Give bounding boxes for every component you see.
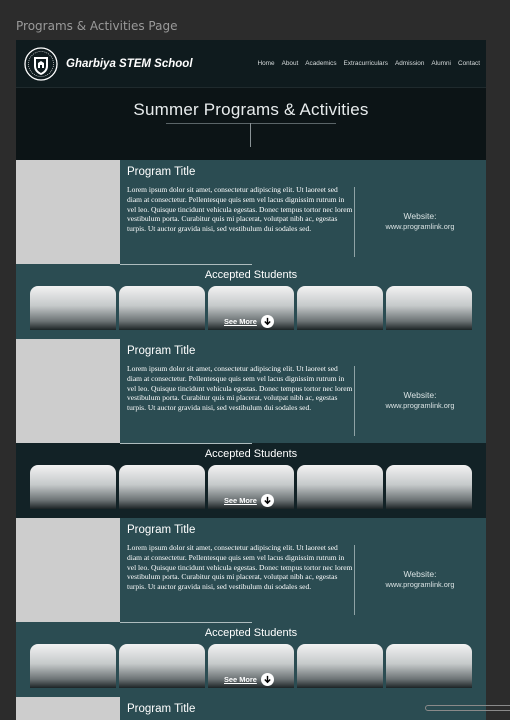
see-more-button[interactable]: See More: [224, 673, 274, 686]
arrow-down-circle-icon[interactable]: [260, 494, 274, 507]
nav-link-admission[interactable]: Admission: [395, 60, 424, 67]
student-card[interactable]: [119, 286, 205, 330]
student-card[interactable]: [297, 465, 383, 509]
nav-link-extracurriculars[interactable]: Extracurriculars: [344, 60, 388, 67]
see-more-button[interactable]: See More: [224, 494, 274, 507]
see-more-label[interactable]: See More: [224, 317, 257, 326]
program-title: Program Title: [127, 345, 196, 357]
program-image: [16, 339, 120, 443]
program-underline: [120, 264, 252, 265]
accepted-students-title: Accepted Students: [204, 448, 298, 460]
nav-link-alumni[interactable]: Alumni: [431, 60, 451, 67]
student-card[interactable]: [297, 644, 383, 688]
program-website: Website: www.programlink.org: [366, 390, 474, 411]
arrow-down-circle-icon[interactable]: [260, 673, 274, 686]
accepted-students-title: Accepted Students: [204, 269, 298, 281]
program-description: Lorem ipsum dolor sit amet, consectetur …: [127, 185, 353, 234]
nav-link-academics[interactable]: Academics: [305, 60, 336, 67]
program-underline: [120, 443, 252, 444]
page-title: Summer Programs & Activities: [133, 100, 369, 119]
student-card[interactable]: [386, 644, 472, 688]
see-more-label[interactable]: See More: [224, 675, 257, 684]
school-crest-icon[interactable]: [24, 46, 58, 81]
program-divider: [354, 366, 355, 436]
student-card[interactable]: [297, 286, 383, 330]
program-title: Program Title: [127, 166, 196, 178]
website-label: Website:: [403, 569, 437, 579]
program-title: Program Title: [127, 703, 196, 715]
horizontal-scrollbar[interactable]: [425, 705, 510, 711]
navbar: Gharbiya STEM School Home About Academic…: [16, 40, 486, 88]
program-section: Program Title Lorem ipsum dolor sit amet…: [16, 160, 486, 339]
nav-link-home[interactable]: Home: [258, 60, 275, 67]
website-link[interactable]: www.programlink.org: [366, 401, 474, 412]
program-divider: [354, 187, 355, 257]
program-title: Program Title: [127, 524, 196, 536]
program-section: Program Title Lorem ipsum dolor sit amet…: [16, 339, 486, 518]
student-card[interactable]: [30, 286, 116, 330]
program-divider: [354, 545, 355, 615]
see-more-label[interactable]: See More: [224, 496, 257, 505]
program-description: Lorem ipsum dolor sit amet, consectetur …: [127, 543, 353, 592]
arrow-down-circle-icon[interactable]: [260, 315, 274, 328]
hero-connector: [250, 123, 251, 147]
website-label: Website:: [403, 390, 437, 400]
program-image: [16, 518, 120, 622]
page-canvas: Gharbiya STEM School Home About Academic…: [16, 40, 486, 720]
program-underline: [120, 622, 252, 623]
program-section: Program Title Lorem ipsum dolor sit amet…: [16, 518, 486, 697]
hero-divider: [166, 123, 336, 124]
school-name[interactable]: Gharbiya STEM School: [66, 58, 193, 70]
program-image: [16, 160, 120, 264]
accepted-students-title: Accepted Students: [204, 627, 298, 639]
student-card[interactable]: [386, 465, 472, 509]
program-section: Program Title: [16, 697, 486, 720]
program-description: Lorem ipsum dolor sit amet, consectetur …: [127, 364, 353, 413]
student-card[interactable]: [119, 465, 205, 509]
student-card[interactable]: [30, 644, 116, 688]
student-card[interactable]: [30, 465, 116, 509]
hero-section: Summer Programs & Activities: [16, 88, 486, 160]
website-link[interactable]: www.programlink.org: [366, 580, 474, 591]
student-card[interactable]: [386, 286, 472, 330]
frame-label: Programs & Activities Page: [16, 19, 178, 33]
program-image: [16, 697, 120, 720]
program-website: Website: www.programlink.org: [366, 211, 474, 232]
nav-links: Home About Academics Extracurriculars Ad…: [258, 60, 480, 67]
nav-link-contact[interactable]: Contact: [458, 60, 480, 67]
website-label: Website:: [403, 211, 437, 221]
nav-link-about[interactable]: About: [282, 60, 299, 67]
see-more-button[interactable]: See More: [224, 315, 274, 328]
program-website: Website: www.programlink.org: [366, 569, 474, 590]
website-link[interactable]: www.programlink.org: [366, 222, 474, 233]
student-card[interactable]: [119, 644, 205, 688]
